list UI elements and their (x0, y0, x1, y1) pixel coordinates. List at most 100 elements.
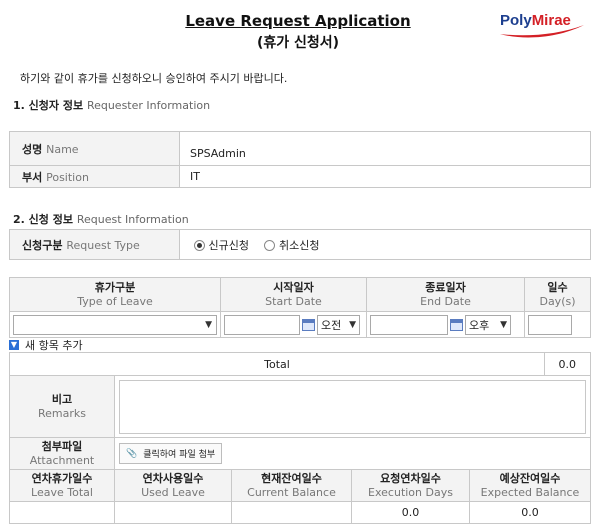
col-leave-total-en: Leave Total (31, 485, 93, 499)
col-days-en: Day(s) (539, 294, 576, 308)
name-value: SPSAdmin (179, 131, 591, 166)
col-expected-balance-en: Expected Balance (480, 485, 580, 499)
logo-text-poly: Poly (500, 12, 532, 29)
balance-header: 연차휴가일수 Leave Total 연차사용일수 Used Leave 현재잔… (9, 469, 591, 502)
balance-table: 연차휴가일수 Leave Total 연차사용일수 Used Leave 현재잔… (9, 469, 591, 524)
remarks-cell (114, 375, 591, 438)
start-ampm-select[interactable]: 오전 ▼ (317, 314, 360, 335)
radio-new-request-icon[interactable] (194, 239, 205, 251)
total-table: Total 0.0 (9, 352, 591, 376)
end-ampm-select[interactable]: 오후 ▼ (465, 314, 511, 335)
request-type-table: 신청구분 Request Type 신규신청 취소신청 (9, 229, 591, 260)
request-type-label-ko: 신청구분 (22, 238, 63, 252)
attachment-label-en: Attachment (29, 453, 95, 467)
col-end-ko: 종료일자 (425, 280, 466, 294)
execution-days-value: 0.0 (351, 501, 470, 524)
requester-row-name: 성명 Name SPSAdmin (9, 131, 591, 166)
col-leave-total-ko: 연차휴가일수 (31, 471, 93, 485)
chevron-down-icon: ▼ (205, 319, 212, 330)
attachment-cell: 📎 클릭하여 파일 첨부 (114, 437, 591, 470)
radio-cancel-request-label: 취소신청 (278, 238, 320, 252)
name-label-ko: 성명 (22, 142, 43, 156)
radio-new-request-label: 신규신청 (208, 238, 249, 252)
col-execution-days-en: Execution Days (368, 485, 453, 499)
chevron-down-icon: ▼ (349, 319, 356, 330)
section2-title-ko: 2. 신청 정보 (13, 213, 73, 226)
start-date-cell: 오전 ▼ (220, 311, 367, 338)
intro-text: 하기와 같이 휴가를 신청하오니 승인하여 주시기 바랍니다. (20, 72, 288, 85)
balance-values-row: 0.0 0.0 (9, 501, 591, 524)
expand-add-icon[interactable]: ▼ (9, 339, 19, 350)
requester-row-position: 부서 Position IT (9, 165, 591, 188)
col-current-balance-ko: 현재잔여일수 (261, 471, 322, 485)
requester-table: 성명 Name SPSAdmin 부서 Position IT (9, 131, 591, 188)
col-end-date: 종료일자 End Date (366, 277, 525, 312)
days-input[interactable] (528, 314, 572, 335)
add-item-row[interactable]: ▼ 새 항목 추가 (9, 337, 591, 352)
section2-title-en: Request Information (76, 213, 189, 226)
col-used-leave: 연차사용일수 Used Leave (114, 469, 232, 502)
remarks-label-ko: 비고 (51, 392, 73, 406)
col-start-en: Start Date (265, 294, 322, 308)
col-end-en: End Date (420, 294, 471, 308)
col-start-ko: 시작일자 (273, 280, 314, 294)
end-calendar-icon[interactable] (450, 318, 463, 331)
col-current-balance: 현재잔여일수 Current Balance (231, 469, 352, 502)
request-type-options: 신규신청 취소신청 (179, 229, 591, 260)
start-date-input[interactable] (224, 314, 300, 335)
leave-type-cell: ▼ (9, 311, 221, 338)
logo-text-mirae: Mirae (531, 12, 571, 29)
attach-file-button[interactable]: 📎 클릭하여 파일 첨부 (119, 443, 223, 464)
paperclip-icon: 📎 (126, 448, 138, 459)
radio-new-request[interactable]: 신규신청 (194, 239, 252, 252)
name-label: 성명 Name (9, 131, 180, 166)
position-label: 부서 Position (9, 165, 180, 188)
start-ampm-value: 오전 (321, 318, 342, 332)
attach-file-label: 클릭하여 파일 첨부 (143, 450, 216, 460)
current-balance-value (231, 501, 352, 524)
request-type-label: 신청구분 Request Type (9, 229, 180, 260)
name-label-en: Name (46, 142, 79, 156)
request-type-row: 신청구분 Request Type 신규신청 취소신청 (9, 229, 591, 260)
col-days-ko: 일수 (547, 280, 568, 294)
leave-table-header: 휴가구분 Type of Leave 시작일자 Start Date 종료일자 … (9, 277, 591, 312)
leave-entry-row: ▼ 오전 ▼ 오후 ▼ (9, 311, 591, 338)
attachment-label: 첨부파일 Attachment (9, 437, 115, 470)
end-date-cell: 오후 ▼ (366, 311, 525, 338)
expected-balance-value: 0.0 (469, 501, 591, 524)
section1-title-ko: 1. 신청자 정보 (13, 99, 84, 112)
col-used-leave-en: Used Leave (141, 485, 205, 499)
total-row: Total 0.0 (9, 352, 591, 376)
col-start-date: 시작일자 Start Date (220, 277, 367, 312)
col-execution-days-ko: 요청연차일수 (380, 471, 441, 485)
total-label: Total (9, 352, 545, 376)
col-type-ko: 휴가구분 (94, 280, 136, 294)
remarks-textarea[interactable] (119, 379, 586, 434)
attachment-label-ko: 첨부파일 (41, 439, 83, 453)
col-type-of-leave: 휴가구분 Type of Leave (9, 277, 221, 312)
section1-title: 1. 신청자 정보 Requester Information (13, 97, 210, 113)
days-cell (524, 311, 591, 338)
start-calendar-icon[interactable] (302, 318, 315, 331)
leave-type-select[interactable]: ▼ (13, 314, 217, 335)
col-type-en: Type of Leave (77, 294, 153, 308)
col-leave-total: 연차휴가일수 Leave Total (9, 469, 115, 502)
leave-total-value (9, 501, 115, 524)
add-item-label[interactable]: 새 항목 추가 (25, 337, 83, 353)
position-label-en: Position (46, 170, 89, 184)
chevron-down-icon: ▼ (500, 319, 507, 330)
radio-cancel-request[interactable]: 취소신청 (264, 239, 319, 252)
used-leave-value (114, 501, 232, 524)
col-days: 일수 Day(s) (524, 277, 591, 312)
request-type-label-en: Request Type (66, 238, 140, 252)
end-date-input[interactable] (370, 314, 448, 335)
leave-table: 휴가구분 Type of Leave 시작일자 Start Date 종료일자 … (9, 277, 591, 338)
polymirae-logo: PolyMirae (498, 9, 586, 41)
section2-title: 2. 신청 정보 Request Information (13, 211, 189, 227)
col-expected-balance-ko: 예상잔여일수 (499, 471, 561, 485)
section1-title-en: Requester Information (86, 99, 211, 112)
col-expected-balance: 예상잔여일수 Expected Balance (469, 469, 591, 502)
radio-cancel-request-icon[interactable] (264, 239, 276, 251)
attachment-row: 첨부파일 Attachment 📎 클릭하여 파일 첨부 (9, 437, 591, 470)
remarks-label-en: Remarks (38, 406, 86, 420)
